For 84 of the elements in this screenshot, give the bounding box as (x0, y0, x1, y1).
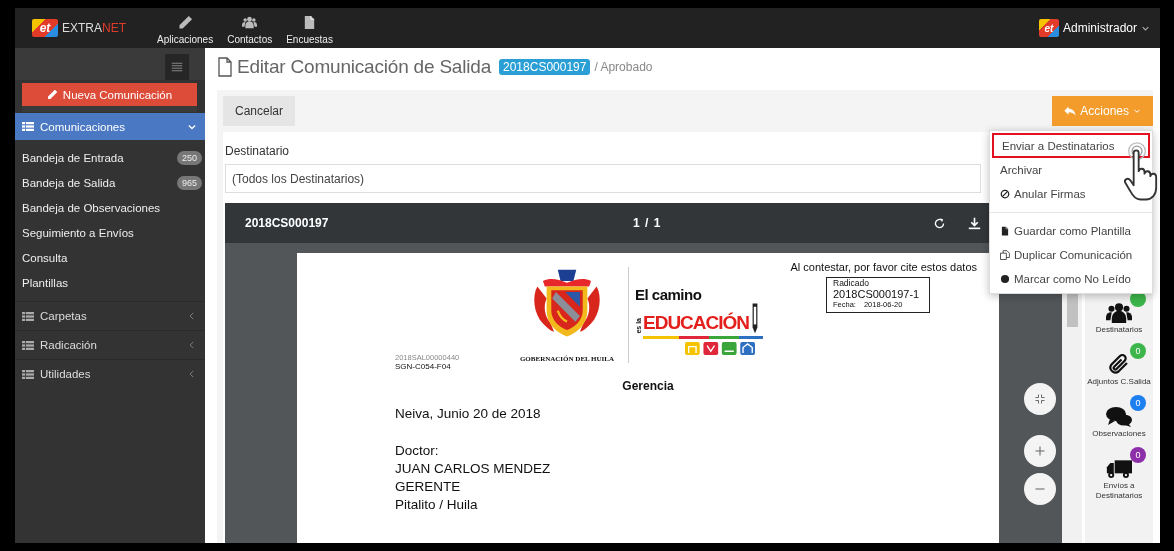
sidebar-section[interactable]: Comunicaciones (15, 113, 205, 140)
salutation: Doctor: (395, 442, 440, 460)
scrollbar-thumb[interactable] (1066, 291, 1078, 327)
reply-arrow-icon (1064, 105, 1077, 117)
record-badge: 2018CS000197 (499, 59, 591, 75)
count-badge: 0 (1130, 343, 1146, 359)
sidebar-item[interactable]: Consulta (15, 245, 205, 270)
user-avatar: et (1038, 19, 1059, 37)
zoom-in-button[interactable] (1024, 435, 1056, 467)
rotate-button[interactable] (933, 216, 946, 230)
fit-page-button[interactable] (1024, 383, 1056, 415)
compress-icon (1034, 393, 1046, 405)
recipient-line: GERENTE (395, 478, 462, 496)
department-heading: Gerencia (621, 379, 675, 393)
side-panel-button[interactable]: 0 Envíos a Destinatarios (1086, 447, 1152, 501)
slogan-headline: EDUCACIÓN (643, 312, 750, 334)
page-title: Editar Comunicación de Salida (237, 56, 491, 78)
chat-bubbles-icon (1106, 405, 1132, 429)
truck-icon (1106, 457, 1132, 481)
sidebar-item[interactable]: Seguimiento a Envíos (15, 220, 205, 245)
cancel-button[interactable]: Cancelar (223, 96, 296, 126)
status-text: / Aprobado (594, 60, 653, 74)
list-icon (22, 368, 34, 380)
list-icon (22, 121, 34, 132)
sidebar-item[interactable]: Plantillas (15, 270, 205, 295)
count-badge: 250 (176, 150, 202, 165)
menu-item[interactable]: Anular Firmas (990, 182, 1152, 206)
copy-icon (1000, 250, 1010, 260)
caret-icon (1133, 107, 1141, 115)
extranet-logo[interactable]: et EXTRANET (32, 8, 126, 48)
nav-link[interactable]: Aplicaciones (150, 8, 221, 48)
download-button[interactable] (968, 216, 981, 230)
sidebar-item[interactable]: Bandeja de Observaciones (15, 195, 205, 220)
side-panel-button[interactable]: 0 Adjuntos C.Salida (1086, 343, 1152, 387)
refresh-icon (933, 216, 946, 230)
logo-text: EXTRANET (62, 21, 126, 35)
sidebar-section[interactable]: Radicación (15, 330, 205, 359)
filing-number: 2018CS000197-1 (833, 288, 921, 300)
list-icon (22, 310, 34, 322)
nav-link[interactable]: Encuestas (279, 8, 340, 48)
side-panel-button[interactable]: 0 Observaciones (1086, 395, 1152, 439)
ban-icon (1000, 189, 1010, 199)
sidebar-section[interactable]: Utilidades (15, 359, 205, 388)
user-menu[interactable]: et Administrador (1038, 8, 1150, 48)
field-label: Destinatario (225, 144, 290, 158)
menu-item[interactable]: Marcar como No Leído (990, 267, 1152, 291)
pictogram-drawing (685, 342, 755, 355)
document-icon (1000, 226, 1010, 236)
plus-icon (1034, 445, 1046, 457)
recipient-line: JUAN CARLOS MENDEZ (395, 460, 552, 478)
side-panel-button[interactable]: Destinatarios (1086, 291, 1152, 335)
pencil-drawing (751, 302, 760, 334)
sidebar-item[interactable]: Bandeja de Entrada 250 (15, 145, 205, 170)
form-code: SGN-C054-F04 (395, 362, 452, 371)
filing-label: Radicado (833, 279, 870, 288)
sidebar-item[interactable]: Bandeja de Salida 965 (15, 170, 205, 195)
menu-item[interactable]: Archivar (990, 158, 1152, 182)
count-badge: 965 (176, 175, 202, 190)
logo-mark: et (32, 19, 58, 37)
users-icon (242, 15, 258, 30)
recipient-select[interactable]: (Todos los Destinatarios) (225, 164, 981, 193)
sidebar-section[interactable]: Carpetas (15, 301, 205, 330)
count-badge: 0 (1130, 395, 1146, 411)
menu-item[interactable]: Enviar a Destinatarios (992, 133, 1150, 158)
cite-note: Al contestar, por favor cite estos datos (790, 261, 977, 273)
nav-link[interactable]: Contactos (220, 8, 280, 48)
menu-icon (171, 61, 183, 73)
document-title: 2018CS000197 (245, 216, 330, 230)
menu-item[interactable]: Guardar como Plantilla (990, 219, 1152, 243)
document-icon (217, 57, 233, 77)
menu-item[interactable]: Duplicar Comunicación (990, 243, 1152, 267)
download-icon (968, 216, 981, 230)
circle-icon (1000, 274, 1010, 284)
sidebar-toggle-button[interactable] (165, 54, 189, 80)
count-badge: 0 (1130, 447, 1146, 463)
slogan-text: El camino (635, 287, 703, 302)
list-icon (22, 339, 34, 351)
pencil-icon (46, 89, 58, 100)
zoom-out-button[interactable] (1024, 473, 1056, 505)
users-icon (1106, 301, 1132, 325)
recipient-line: Pitalito / Huila (395, 496, 479, 514)
pencil-icon (177, 15, 193, 30)
place-date: Neiva, Junio 20 de 2018 (395, 405, 542, 423)
page-counter: 1 / 1 (633, 216, 663, 230)
